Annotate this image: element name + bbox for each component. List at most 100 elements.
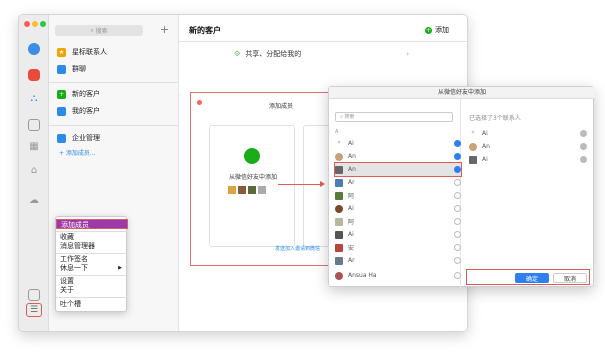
new-customer-icon: + [57,89,66,99]
invite-link[interactable]: 发送加入邀请到微信 [275,245,320,252]
checkbox[interactable] [454,218,461,225]
selected-item: * Ai [469,127,587,140]
list-item[interactable]: 阿 [335,215,461,228]
divider [56,275,128,276]
checkbox[interactable] [454,166,461,173]
avatar [258,186,266,194]
sidebar-item-groups[interactable]: 群聊 [57,62,86,76]
add-button[interactable]: + [160,23,169,36]
wechat-icon [244,148,260,164]
divider [179,41,467,42]
group-icon [57,64,66,74]
wechat-add-card[interactable]: 从微信好友中添加 [209,125,295,247]
list-item[interactable]: Ar [335,176,461,189]
menu-item-add-member[interactable]: 添加成员 [56,219,128,229]
contacts-icon[interactable]: ⛬ [28,93,40,105]
arrowhead-icon [320,181,325,187]
checkbox[interactable] [454,272,461,279]
add-member-link[interactable]: + 添加成员... [59,148,96,157]
app-menu: 添加成员 收藏 消息管理器 工作签名 休息一下 ▶ 设置 关于 吐个槽 [55,216,128,312]
calendar-icon[interactable] [28,119,40,131]
checkbox[interactable] [454,179,461,186]
divider [49,125,179,126]
checkbox[interactable] [454,140,461,147]
selected-item: Ai [469,153,587,166]
avatar [335,165,343,174]
list-item[interactable]: Ar [335,254,461,267]
list-item[interactable]: Ansua Ha [335,269,461,282]
chevron-right-icon: › [406,50,409,58]
checkbox[interactable] [454,192,461,199]
chat-icon[interactable] [28,69,40,81]
checkbox[interactable] [454,244,461,251]
cancel-button[interactable]: 取消 [553,273,587,283]
folder-icon [57,133,66,143]
remove-icon[interactable] [580,143,587,150]
avatar [335,271,343,280]
list-item[interactable]: * Ai [335,137,461,150]
list-item[interactable]: Ai [335,202,461,215]
menu-item-signature[interactable]: 工作签名 [56,255,128,264]
avatar[interactable] [28,43,40,55]
dialog-title: 从微信好友中添加 [329,87,595,99]
list-item[interactable]: 安 [335,241,461,254]
menu-item-message-manager[interactable]: 消息管理器 [56,242,128,251]
search-icon: ⌕ [340,114,343,120]
menu-icon[interactable]: ☰ [26,303,42,317]
search-icon: ⌕ [90,26,94,34]
page-title: 新的客户 [189,26,221,35]
search-input[interactable]: ⌕ 搜索 [335,112,453,122]
divider [56,253,128,254]
apps-icon[interactable]: ▦ [28,141,40,153]
avatar [335,243,343,252]
avatar [469,142,477,151]
second-card[interactable] [303,125,331,247]
sidebar-item-starred[interactable]: ★ 星标联系人 [57,45,107,59]
checkbox[interactable] [454,231,461,238]
avatar [228,186,236,194]
minimize-window-icon[interactable] [32,21,38,27]
checkbox[interactable] [454,205,461,212]
menu-item-favorites[interactable]: 收藏 [56,233,128,242]
remove-icon[interactable] [580,156,587,163]
remove-icon[interactable] [580,130,587,137]
close-window-icon[interactable] [24,21,30,27]
add-button[interactable]: + 添加 [425,25,449,35]
sidebar-item-new-customers[interactable]: + 新的客户 [57,87,100,101]
avatar [238,186,246,194]
search-input[interactable]: ⌕ 搜索 [55,25,143,36]
avatar [335,256,343,265]
menu-item-feedback[interactable]: 吐个槽 [56,300,128,309]
avatar [335,178,343,187]
selected-item: An [469,140,587,153]
list-item[interactable]: Ai [335,228,461,241]
avatar [335,230,343,239]
menu-item-settings[interactable]: 设置 [56,277,128,286]
cloud-icon[interactable]: ☁ [28,195,40,207]
sidebar-item-enterprise[interactable]: 企业管理 [57,131,100,145]
divider [56,231,128,232]
checkbox[interactable] [454,153,461,160]
sidebar-item-my-customers[interactable]: 我的客户 [57,104,100,118]
list-item[interactable]: 阿 [335,189,461,202]
menu-item-about[interactable]: 关于 [56,286,128,295]
window-icon[interactable] [28,289,40,301]
pointer-arrow [278,184,322,185]
zoom-window-icon[interactable] [40,21,46,27]
panel-title: 添加成员 [268,103,293,110]
checkbox[interactable] [454,257,461,264]
menu-item-take-break[interactable]: 休息一下 ▶ [56,264,128,273]
shared-row[interactable]: ⟐ 共享、分配给我的 › [234,47,409,61]
avatar [335,152,343,161]
card-label: 从微信好友中添加 [228,174,277,181]
section-letter: A [335,129,339,135]
avatar: * [471,129,475,137]
avatar [335,204,343,213]
share-icon: ⟐ [234,49,241,58]
avatar: * [335,139,343,148]
contact-list: ⌕ 搜索 A * Ai An An Ar 阿 Ai 阿 Ai 安 Ar Ansua… [329,99,462,288]
list-item[interactable]: An [334,162,462,177]
confirm-button[interactable]: 确定 [515,273,549,283]
document-icon[interactable]: ⌂ [28,165,40,177]
list-item[interactable]: An [335,150,461,163]
